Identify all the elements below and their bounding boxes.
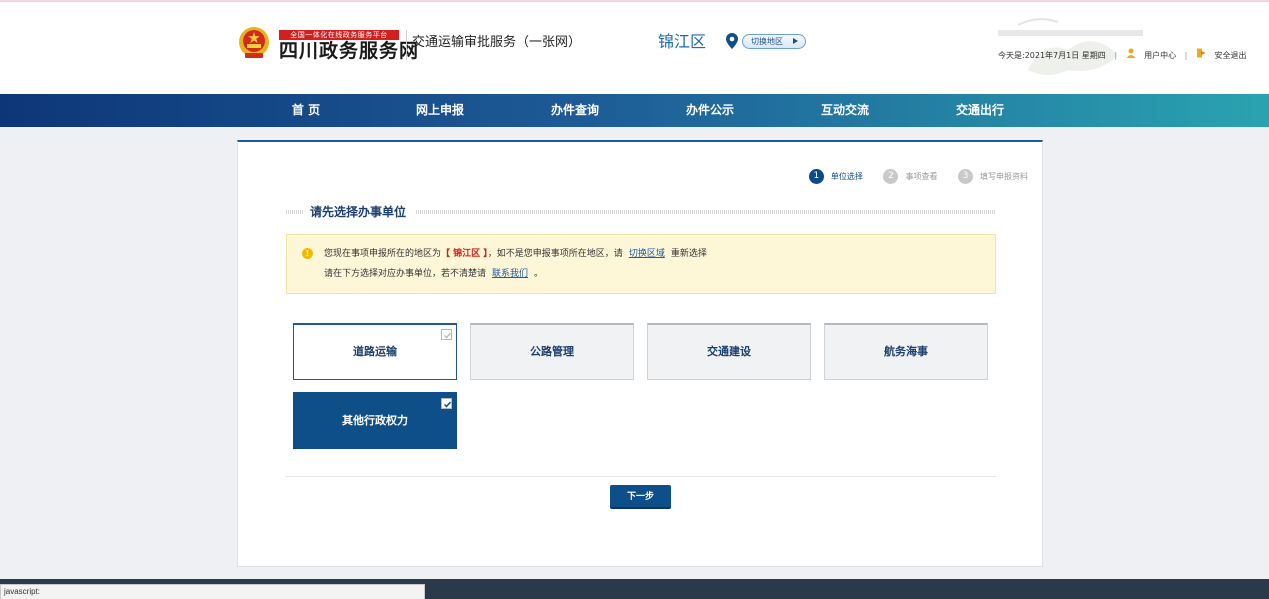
step-3: 3 填写申报资料 xyxy=(958,169,1028,184)
notice-line-1: 您现在事项申报所在的地区为【 锦江区 】，如不是您申报事项所在地区，请 切换区域重… xyxy=(324,248,707,260)
header-decoration-image xyxy=(998,18,1143,75)
separator: | xyxy=(1114,50,1118,60)
checkbox-icon xyxy=(441,329,452,340)
step-label: 单位选择 xyxy=(830,172,863,181)
user-icon xyxy=(1126,48,1136,58)
divider xyxy=(286,476,996,477)
option-label: 公路管理 xyxy=(530,345,574,358)
nav-item-home[interactable]: 首 页 xyxy=(261,94,351,127)
nav-item-interaction[interactable]: 互动交流 xyxy=(800,94,890,127)
notice-text: 请在下方选择对应办事单位，若不清楚请 xyxy=(324,269,487,279)
step-label: 填写申报资料 xyxy=(980,172,1028,181)
nav-item-online-apply[interactable]: 网上申报 xyxy=(395,94,485,127)
section-title-row: 请先选择办事单位 xyxy=(286,204,996,220)
main-nav: 首 页 网上申报 办件查询 办件公示 互动交流 交通出行 xyxy=(0,94,1269,127)
step-number: 2 xyxy=(883,169,899,184)
option-label: 其他行政权力 xyxy=(342,414,408,427)
logout-icon xyxy=(1196,48,1206,58)
section-title: 请先选择办事单位 xyxy=(310,204,413,220)
unit-selection-card: 1 单位选择 2 事项查看 3 填写申报资料 请先选择办事单位 ! 您现在事项申报所在… xyxy=(237,140,1043,567)
national-emblem-icon xyxy=(239,27,269,58)
notice-text: 。 xyxy=(534,269,544,279)
option-label: 交通建设 xyxy=(707,345,751,358)
step-number: 3 xyxy=(958,169,973,184)
caret-right-icon xyxy=(793,38,798,44)
region-notice: ! 您现在事项申报所在的地区为【 锦江区 】，如不是您申报事项所在地区，请 切换区… xyxy=(286,234,996,294)
title-dash-left xyxy=(286,210,304,214)
nav-item-case-query[interactable]: 办件查询 xyxy=(530,94,620,127)
site-logo-text[interactable]: 四川政务服务网 xyxy=(279,39,419,63)
step-number: 1 xyxy=(808,169,824,184)
logo-divider xyxy=(406,30,407,60)
date-text: 今天是:2021年7月1日 星期四 xyxy=(998,50,1106,60)
step-1: 1 单位选择 xyxy=(808,169,863,184)
user-bar: 今天是:2021年7月1日 星期四 | 用户中心 | 安全退出 xyxy=(998,48,1246,62)
switch-region-label: 切换地区 xyxy=(751,37,783,46)
switch-region-button[interactable]: 切换地区 xyxy=(742,34,806,49)
checkbox-icon xyxy=(441,398,452,409)
user-center-link[interactable]: 用户中心 xyxy=(1144,50,1176,62)
contact-us-link[interactable]: 联系我们 xyxy=(492,269,528,279)
option-maritime-affairs[interactable]: 航务海事 xyxy=(824,323,988,380)
service-title: 交通运输审批服务（一张网） xyxy=(412,35,582,50)
step-2: 2 事项查看 xyxy=(883,169,937,184)
option-label: 航务海事 xyxy=(884,345,928,358)
site-header: 全国一体化在线政务服务平台 四川政务服务网 交通运输审批服务（一张网） 锦江区 … xyxy=(0,0,1269,94)
switch-region-link[interactable]: 切换区域 xyxy=(629,249,665,259)
notice-text: 重新选择 xyxy=(670,249,707,259)
option-label: 道路运输 xyxy=(353,345,397,358)
nav-item-travel[interactable]: 交通出行 xyxy=(935,94,1025,127)
notice-text: 您现在事项申报所在的地区为 xyxy=(324,249,442,259)
separator: | xyxy=(1184,50,1188,60)
notice-text: ，如不是您申报事项所在地区，请 xyxy=(487,249,623,259)
next-step-button[interactable]: 下一步 xyxy=(610,485,671,509)
nav-item-case-publicity[interactable]: 办件公示 xyxy=(665,94,755,127)
warning-icon: ! xyxy=(302,248,313,259)
notice-line-2: 请在下方选择对应办事单位，若不清楚请 联系我们。 xyxy=(324,268,543,280)
current-region: 锦江区 xyxy=(658,32,707,51)
option-road-transport[interactable]: 道路运输 xyxy=(293,323,457,380)
region-highlight: 【 锦江区 】 xyxy=(441,249,488,259)
option-traffic-construction[interactable]: 交通建设 xyxy=(647,323,811,380)
logout-link[interactable]: 安全退出 xyxy=(1214,50,1246,62)
browser-status-bar: javascript: xyxy=(0,584,425,599)
option-highway-management[interactable]: 公路管理 xyxy=(470,323,634,380)
location-pin-icon xyxy=(726,33,738,49)
progress-steps: 1 单位选择 2 事项查看 3 填写申报资料 xyxy=(791,169,1028,185)
title-dash-right xyxy=(416,210,996,214)
step-label: 事项查看 xyxy=(905,172,938,181)
option-other-admin-power[interactable]: 其他行政权力 xyxy=(293,392,457,449)
